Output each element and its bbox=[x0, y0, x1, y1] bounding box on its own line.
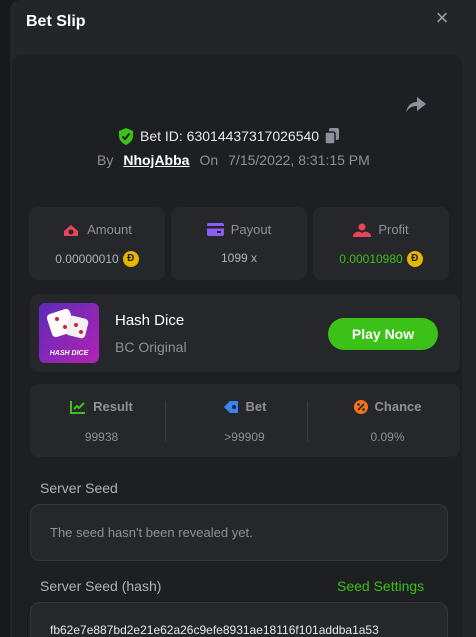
dice-pip bbox=[55, 317, 59, 321]
dice-pip bbox=[74, 323, 78, 327]
server-seed-hash-label: Server Seed (hash) bbox=[40, 578, 162, 594]
bet-column: Bet >99909 bbox=[173, 384, 316, 457]
payout-label: Payout bbox=[230, 222, 272, 237]
stat-payout: Payout 1099 x bbox=[171, 207, 307, 280]
coin-icon: Ð bbox=[122, 251, 139, 267]
username-link[interactable]: NhojAbba bbox=[123, 152, 189, 168]
payout-value: 1099 x bbox=[220, 251, 258, 265]
by-label: By bbox=[97, 152, 114, 168]
shield-icon bbox=[118, 127, 134, 145]
chance-label: Chance bbox=[374, 399, 422, 414]
close-icon[interactable]: × bbox=[432, 7, 452, 29]
play-now-button[interactable]: Play Now bbox=[328, 318, 438, 350]
chance-icon bbox=[353, 399, 368, 414]
result-label: Result bbox=[93, 399, 133, 414]
dice-pip bbox=[79, 330, 83, 334]
game-row: HASH DICE Hash Dice BC Original Play Now bbox=[30, 294, 460, 372]
bet-id: Bet ID: 63014437317026540 bbox=[140, 128, 320, 144]
game-provider: BC Original bbox=[115, 339, 187, 355]
stat-profit: Profit 0.00010980 Ð bbox=[313, 207, 449, 280]
dialog-title: Bet Slip bbox=[26, 13, 86, 30]
profit-label: Profit bbox=[378, 222, 409, 237]
hash-dice-thumbnail[interactable]: HASH DICE bbox=[39, 303, 99, 363]
bet-author-row: By NhojAbba On 7/15/2022, 8:31:15 PM bbox=[97, 152, 370, 168]
on-label: On bbox=[199, 152, 219, 168]
amount-icon bbox=[62, 223, 80, 237]
divider bbox=[165, 401, 166, 441]
server-seed-field: The seed hasn't been revealed yet. bbox=[30, 504, 448, 561]
profit-value: 0.00010980 bbox=[339, 252, 403, 266]
copy-icon[interactable] bbox=[325, 128, 340, 144]
seed-settings-link[interactable]: Seed Settings bbox=[337, 578, 424, 594]
dice-icon bbox=[64, 314, 90, 340]
divider bbox=[307, 401, 308, 441]
stat-amount: Amount 0.00000010 Ð bbox=[29, 207, 165, 280]
game-name: Hash Dice bbox=[115, 312, 185, 329]
bet-value: >99909 bbox=[224, 430, 265, 444]
thumbnail-title: HASH DICE bbox=[49, 350, 89, 357]
server-seed-hash-value: fb62e7e887bd2e21e62a26c9efe8931ae18116f1… bbox=[50, 623, 379, 637]
share-icon[interactable] bbox=[405, 95, 427, 115]
chance-value: 0.09% bbox=[370, 430, 405, 444]
payout-icon bbox=[206, 223, 224, 236]
bet-date: 7/15/2022, 8:31:15 PM bbox=[228, 152, 370, 168]
dice-pip bbox=[63, 325, 67, 329]
profit-icon bbox=[353, 223, 372, 237]
bet-label: Bet bbox=[245, 399, 267, 414]
bet-id-row: Bet ID: 63014437317026540 bbox=[118, 126, 340, 146]
coin-icon: Ð bbox=[406, 251, 423, 267]
amount-label: Amount bbox=[87, 222, 132, 237]
result-panel: Result 99938 Bet >99909 Chance 0.09% bbox=[30, 384, 460, 457]
server-seed-hash-field[interactable]: fb62e7e887bd2e21e62a26c9efe8931ae18116f1… bbox=[30, 602, 448, 637]
result-value: 99938 bbox=[84, 430, 119, 444]
server-seed-label: Server Seed bbox=[40, 480, 118, 496]
chance-column: Chance 0.09% bbox=[316, 384, 459, 457]
bet-icon bbox=[223, 400, 239, 414]
result-column: Result 99938 bbox=[30, 384, 173, 457]
amount-value: 0.00000010 bbox=[55, 252, 119, 266]
server-seed-value: The seed hasn't been revealed yet. bbox=[50, 525, 253, 540]
result-icon bbox=[70, 400, 86, 414]
bet-slip-dialog: Bet Slip × Bet ID: 63014437317026540 By … bbox=[10, 0, 476, 637]
